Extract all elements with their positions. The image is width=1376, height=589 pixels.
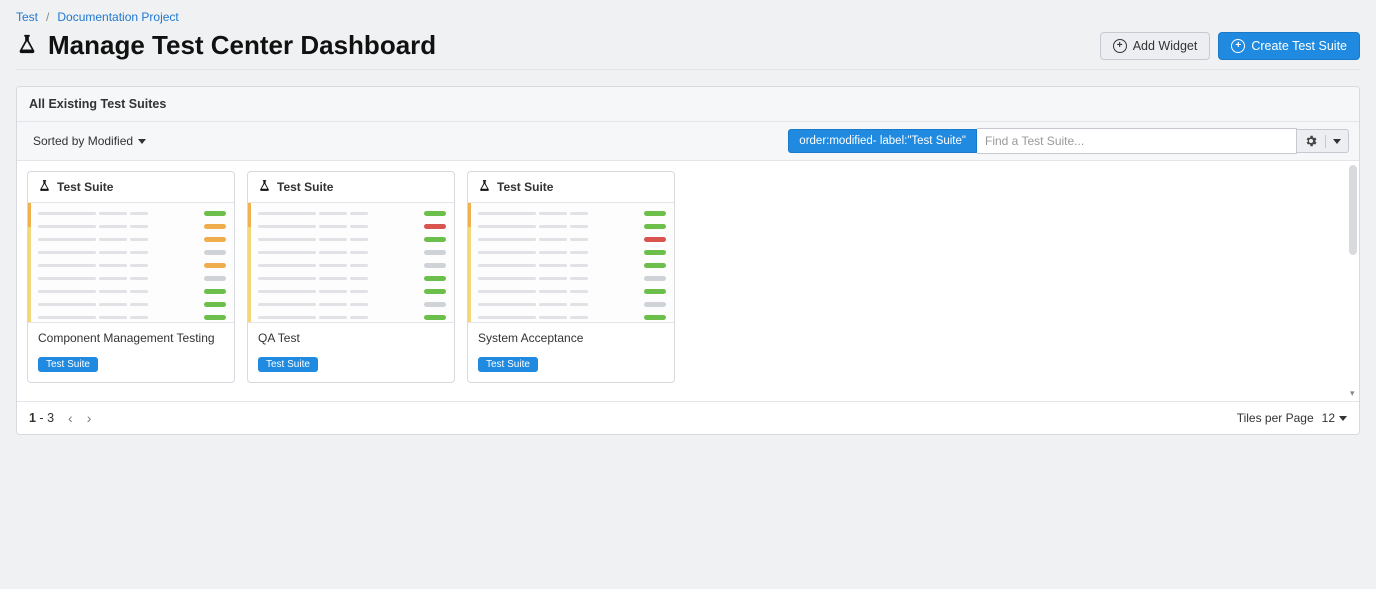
- add-widget-button[interactable]: + Add Widget: [1100, 32, 1211, 60]
- flask-icon: [478, 179, 491, 195]
- scrollbar[interactable]: ▴ ▾: [1349, 165, 1357, 397]
- card-title: System Acceptance: [478, 331, 664, 345]
- tiles-per-page-value: 12: [1322, 411, 1335, 425]
- create-test-suite-button[interactable]: + Create Test Suite: [1218, 32, 1360, 60]
- sort-dropdown[interactable]: Sorted by Modified: [27, 130, 152, 152]
- breadcrumb: Test / Documentation Project: [16, 6, 1360, 30]
- test-suite-badge: Test Suite: [258, 357, 318, 372]
- create-test-suite-label: Create Test Suite: [1251, 39, 1347, 53]
- scroll-thumb[interactable]: [1349, 165, 1357, 255]
- chevron-down-icon: [1339, 416, 1347, 421]
- tiles-per-page-label: Tiles per Page: [1237, 411, 1314, 425]
- test-suite-badge: Test Suite: [478, 357, 538, 372]
- flask-icon: [258, 179, 271, 195]
- range-sep: -: [36, 411, 47, 425]
- plus-circle-icon: +: [1231, 39, 1245, 53]
- search-settings-group: [1297, 129, 1349, 153]
- active-filter-chip[interactable]: order:modified- label:"Test Suite": [788, 129, 977, 153]
- card-thumbnail: [248, 203, 454, 323]
- test-suite-card[interactable]: Test Suite: [467, 171, 675, 383]
- plus-circle-icon: +: [1113, 39, 1127, 53]
- add-widget-label: Add Widget: [1133, 39, 1198, 53]
- breadcrumb-item-project[interactable]: Documentation Project: [57, 10, 178, 24]
- flask-icon: [16, 33, 38, 58]
- flask-icon: [38, 179, 51, 195]
- card-title: Component Management Testing: [38, 331, 224, 345]
- card-row: Test Suite: [27, 171, 1349, 383]
- card-thumbnail: [28, 203, 234, 323]
- page-next-button[interactable]: ›: [87, 410, 92, 426]
- gear-icon[interactable]: [1297, 130, 1325, 152]
- chevron-down-icon: [138, 139, 146, 144]
- card-area: Test Suite: [17, 161, 1359, 401]
- settings-dropdown-toggle[interactable]: [1325, 135, 1348, 148]
- search-input[interactable]: [977, 128, 1297, 154]
- pagination-range: 1 - 3: [29, 411, 54, 425]
- breadcrumb-item-test[interactable]: Test: [16, 10, 38, 24]
- range-start: 1: [29, 411, 36, 425]
- tiles-per-page-dropdown[interactable]: 12: [1322, 411, 1347, 425]
- scroll-down-icon: ▾: [1350, 388, 1355, 399]
- breadcrumb-separator: /: [46, 10, 49, 24]
- test-suite-card[interactable]: Test Suite: [247, 171, 455, 383]
- panel-title: All Existing Test Suites: [17, 87, 1359, 122]
- card-type-label: Test Suite: [497, 180, 553, 194]
- page-title: Manage Test Center Dashboard: [48, 30, 436, 61]
- card-thumbnail: [468, 203, 674, 323]
- card-type-label: Test Suite: [277, 180, 333, 194]
- card-type-label: Test Suite: [57, 180, 113, 194]
- panel-toolbar: Sorted by Modified order:modified- label…: [17, 122, 1359, 161]
- test-suites-panel: All Existing Test Suites Sorted by Modif…: [16, 86, 1360, 435]
- page-prev-button[interactable]: ‹: [68, 410, 73, 426]
- test-suite-card[interactable]: Test Suite: [27, 171, 235, 383]
- range-end: 3: [47, 411, 54, 425]
- chevron-down-icon: [1333, 139, 1341, 144]
- card-title: QA Test: [258, 331, 444, 345]
- panel-footer: 1 - 3 ‹ › Tiles per Page 12: [17, 401, 1359, 434]
- title-row: Manage Test Center Dashboard + Add Widge…: [16, 30, 1360, 70]
- sort-label: Sorted by Modified: [33, 134, 133, 148]
- test-suite-badge: Test Suite: [38, 357, 98, 372]
